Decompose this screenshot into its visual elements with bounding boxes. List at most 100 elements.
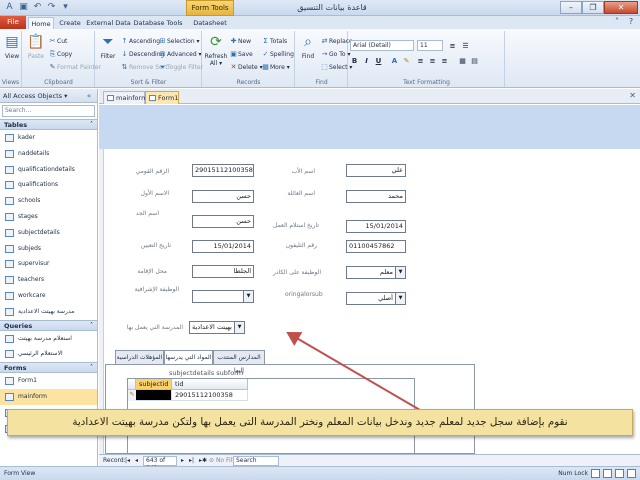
format-painter-button[interactable]: ✎ Format Painter	[48, 62, 102, 73]
help-icon[interactable]: ?	[626, 17, 636, 27]
totals-button[interactable]: Σ Totals	[261, 36, 287, 47]
column-header-subjectid[interactable]: subjectid	[136, 379, 172, 390]
layout-view-icon[interactable]	[615, 469, 624, 478]
subjectid-cell[interactable]	[136, 390, 172, 401]
nav-item-stages[interactable]: stages	[0, 209, 97, 225]
nav-item-subjectdetails[interactable]: subjectdetails	[0, 225, 97, 241]
grandfather-field[interactable]: حسن	[192, 215, 254, 228]
nav-item-form1[interactable]: Form1	[0, 373, 97, 389]
customize-qat-icon[interactable]: ▾	[60, 2, 71, 13]
nav-item-school-query[interactable]: استعلام مدرسة بهيتت	[0, 331, 97, 347]
minimize-icon[interactable]: –	[560, 1, 582, 14]
collapse-pane-icon[interactable]: «	[84, 91, 94, 101]
bold-icon[interactable]: B	[349, 55, 360, 66]
next-record-icon[interactable]: ▸	[181, 455, 184, 466]
view-button[interactable]: ▤ View	[0, 33, 24, 60]
font-color-icon[interactable]: A	[389, 55, 400, 66]
restore-icon[interactable]: ❐	[582, 1, 604, 14]
job-combo[interactable]: معلم ▼	[346, 266, 406, 279]
more-button[interactable]: ▦More ▾	[261, 62, 290, 73]
nav-item-kader[interactable]: kader	[0, 130, 97, 146]
align-right-icon[interactable]: ≡	[439, 55, 450, 66]
highlight-icon[interactable]: ✎	[401, 55, 412, 66]
nav-item-naddetails[interactable]: naddetails	[0, 146, 97, 162]
nav-section-queries[interactable]: Queries ˄	[0, 319, 97, 331]
close-icon[interactable]: ✕	[604, 1, 638, 14]
nav-item-mainform[interactable]: mainform	[0, 388, 97, 405]
chevron-down-icon[interactable]: ▼	[243, 291, 253, 302]
nav-item-qualifications[interactable]: qualifications	[0, 177, 97, 193]
doc-tab-form1[interactable]: Form1	[145, 91, 179, 104]
nav-item-qualificationdetails[interactable]: qualificationdetails	[0, 162, 97, 178]
previous-record-icon[interactable]: ◂	[135, 455, 138, 466]
design-view-icon[interactable]	[627, 469, 636, 478]
close-document-icon[interactable]: ✕	[629, 91, 636, 100]
align-center-icon[interactable]: ≡	[427, 55, 438, 66]
nav-item-teachers[interactable]: teachers	[0, 272, 97, 288]
redo-icon[interactable]: ↷	[46, 2, 57, 13]
school-combo[interactable]: بهيتت الاعدادية ▼	[189, 321, 245, 334]
tid-cell[interactable]: 29015112100358	[172, 390, 248, 401]
copy-button[interactable]: ⎘ Copy	[48, 49, 73, 60]
tab-subjects-taught[interactable]: المواد التي يدرسها	[164, 350, 213, 364]
record-search-input[interactable]: Search	[233, 456, 279, 466]
nav-search-input[interactable]: Search...	[2, 105, 95, 117]
italic-icon[interactable]: I	[361, 55, 372, 66]
filter-button[interactable]: ⏷ Filter	[96, 33, 120, 60]
nav-item-schools[interactable]: schools	[0, 193, 97, 209]
bullets-icon[interactable]: ≡	[447, 40, 458, 51]
father-name-field[interactable]: علي	[346, 164, 406, 177]
nav-item-subjeds[interactable]: subjeds	[0, 241, 97, 257]
font-size-select[interactable]: 11	[417, 40, 443, 51]
find-button[interactable]: ⌕ Find	[296, 33, 320, 60]
save-record-button[interactable]: ▣Save	[229, 49, 253, 60]
family-name-field[interactable]: محمد	[346, 190, 406, 203]
national-id-field[interactable]: 29015112100358	[192, 164, 254, 177]
appointment-date-field[interactable]: 15/01/2014	[192, 240, 254, 253]
ascending-button[interactable]: ↑ Ascending	[120, 36, 161, 47]
tab-qualifications[interactable]: المؤهلات الدراسية	[115, 350, 164, 364]
tab-datasheet[interactable]: Datasheet	[186, 17, 234, 29]
datasheet-view-icon[interactable]	[603, 469, 612, 478]
select-all-corner[interactable]	[128, 379, 136, 390]
goto-button[interactable]: → Go To ▾	[320, 49, 351, 60]
tab-home[interactable]: Home	[28, 17, 54, 29]
nav-item-school-table[interactable]: مدرسة بهيتت الاعدادية	[0, 304, 97, 320]
orig-sub-combo[interactable]: أصلي ▼	[346, 292, 406, 305]
nav-item-main-query[interactable]: الاستعلام الرئيسي	[0, 346, 97, 362]
chevron-down-icon[interactable]: ▼	[395, 267, 405, 278]
nav-item-workcare[interactable]: workcare	[0, 288, 97, 304]
first-name-field[interactable]: حسن	[192, 190, 254, 203]
cut-button[interactable]: ✂ Cut	[48, 36, 68, 47]
paste-button[interactable]: 📋 Paste	[24, 33, 48, 60]
selection-button[interactable]: ⊞ Selection ▾	[158, 36, 200, 47]
minimize-ribbon-icon[interactable]: ˄	[612, 17, 622, 27]
new-record-nav-icon[interactable]: ▸✱	[199, 455, 207, 466]
current-record-field[interactable]: 643 of 643	[143, 456, 177, 472]
align-left-icon[interactable]: ≡	[415, 55, 426, 66]
gridlines-icon[interactable]: ▦	[457, 55, 468, 66]
last-record-icon[interactable]: ▸|	[189, 455, 194, 466]
start-date-field[interactable]: 15/01/2014	[346, 220, 406, 233]
first-record-icon[interactable]: |◂	[125, 455, 130, 466]
file-tab[interactable]: File	[0, 16, 26, 29]
save-icon[interactable]: ▣	[18, 2, 29, 13]
numbering-icon[interactable]: ☰	[460, 40, 471, 51]
column-header-tid[interactable]: tid	[172, 379, 248, 390]
advanced-button[interactable]: ⊟ Advanced ▾	[158, 49, 202, 60]
form-view-icon[interactable]	[591, 469, 600, 478]
doc-tab-mainform[interactable]: mainform	[103, 91, 147, 104]
tab-create[interactable]: Create	[57, 17, 83, 29]
delete-record-button[interactable]: ✕ Delete ▾	[229, 62, 263, 73]
nav-pane-header[interactable]: All Access Objects ▾ «	[0, 89, 97, 103]
supervisory-combo[interactable]: ▼	[192, 290, 254, 303]
nav-section-forms[interactable]: Forms ˄	[0, 362, 97, 374]
font-name-select[interactable]: Arial (Detail)	[350, 40, 414, 51]
chevron-down-icon[interactable]: ▼	[234, 322, 244, 333]
spelling-button[interactable]: ✓ Spelling	[261, 49, 294, 60]
replace-button[interactable]: ⇄ Replace	[320, 36, 353, 47]
select-button[interactable]: ⬚Select ▾	[320, 62, 352, 73]
nav-section-tables[interactable]: Tables ˄	[0, 119, 97, 130]
access-logo-icon[interactable]: A	[4, 2, 15, 13]
tab-database-tools[interactable]: Database Tools	[133, 17, 183, 29]
